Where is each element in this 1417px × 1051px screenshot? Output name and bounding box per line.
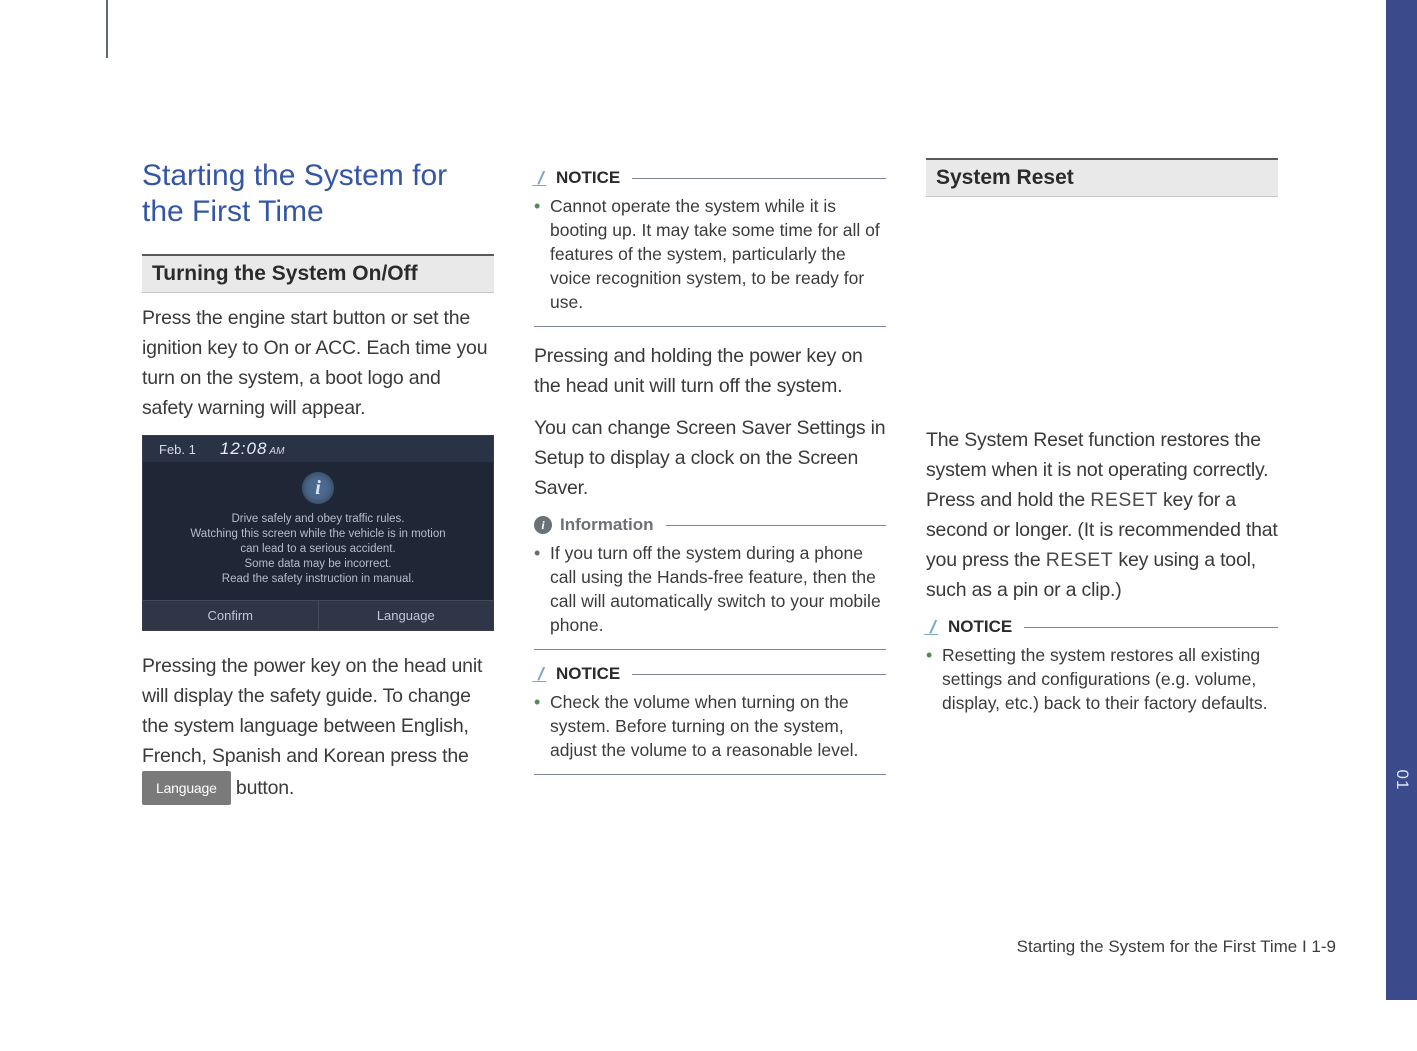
notice-heading: / NOTICE [534,168,886,188]
reset-image-placeholder [926,207,1278,409]
confirm-button: Confirm [143,600,318,630]
paragraph: Pressing the power key on the head unit … [142,651,494,805]
info-icon: i [302,472,334,504]
paragraph: The System Reset function restores the s… [926,425,1278,605]
notice-icon: / [924,620,942,635]
column-3: System Reset The System Reset function r… [926,158,1278,817]
msg-line: can lead to a serious accident. [153,542,483,557]
notice-item: Check the volume when turning on the sys… [534,690,886,762]
paragraph: You can change Screen Saver Settings in … [534,413,886,503]
information-block: i Information If you turn off the system… [534,515,886,650]
notice-item: Resetting the system restores all existi… [926,643,1278,715]
top-crop-mark [106,0,108,58]
notice-item: Cannot operate the system while it is bo… [534,194,886,314]
paragraph: Pressing and holding the power key on th… [534,341,886,401]
language-key-label: Language [142,771,231,805]
content-columns: Starting the System for the First Time T… [142,158,1342,817]
screenshot-time: 12:08 [220,439,268,458]
notice-heading: / NOTICE [926,617,1278,637]
notice-block: / NOTICE Resetting the system restores a… [926,617,1278,715]
notice-list: Check the volume when turning on the sys… [534,690,886,775]
information-heading: i Information [534,515,886,535]
info-icon: i [534,516,552,534]
paragraph: Press the engine start button or set the… [142,303,494,423]
rule [632,674,886,675]
notice-list: Cannot operate the system while it is bo… [534,194,886,327]
notice-label: NOTICE [948,617,1012,637]
system-boot-screenshot: Feb. 1 12:08AM i Drive safely and obey t… [142,435,494,631]
reset-key-label: RESET [1090,489,1158,511]
text: button. [236,777,294,799]
column-1: Starting the System for the First Time T… [142,158,494,817]
screenshot-ampm: AM [269,446,284,457]
rule [1024,627,1278,628]
info-list: If you turn off the system during a phon… [534,541,886,650]
notice-label: NOTICE [556,664,620,684]
msg-line: Watching this screen while the vehicle i… [153,527,483,542]
screenshot-message: Drive safely and obey traffic rules. Wat… [143,512,493,587]
page-frame: Starting the System for the First Time T… [106,0,1386,1051]
msg-line: Read the safety instruction in manual. [153,572,483,587]
page-title: Starting the System for the First Time [142,158,494,230]
language-button: Language [318,600,494,630]
notice-heading: / NOTICE [534,664,886,684]
chapter-side-tab: 01 [1386,0,1417,1000]
column-2: / NOTICE Cannot operate the system while… [534,158,886,817]
screenshot-buttons: Confirm Language [143,600,493,630]
screenshot-date: Feb. 1 [159,442,196,457]
screenshot-topbar: Feb. 1 12:08AM [143,436,493,462]
text: Pressing the power key on the head unit … [142,655,482,767]
rule [632,178,886,179]
page-footer: Starting the System for the First Time I… [1017,937,1336,957]
section-heading-system-reset: System Reset [926,158,1278,197]
notice-block: / NOTICE Check the volume when turning o… [534,664,886,775]
section-heading-turning-on-off: Turning the System On/Off [142,254,494,293]
chapter-number: 01 [1392,770,1412,791]
rule [666,525,887,526]
notice-list: Resetting the system restores all existi… [926,643,1278,715]
notice-block: / NOTICE Cannot operate the system while… [534,168,886,327]
notice-label: NOTICE [556,168,620,188]
reset-key-label: RESET [1046,549,1114,571]
notice-icon: / [532,667,550,682]
msg-line: Some data may be incorrect. [153,557,483,572]
notice-icon: / [532,171,550,186]
msg-line: Drive safely and obey traffic rules. [153,512,483,527]
info-item: If you turn off the system during a phon… [534,541,886,637]
information-label: Information [560,515,654,535]
